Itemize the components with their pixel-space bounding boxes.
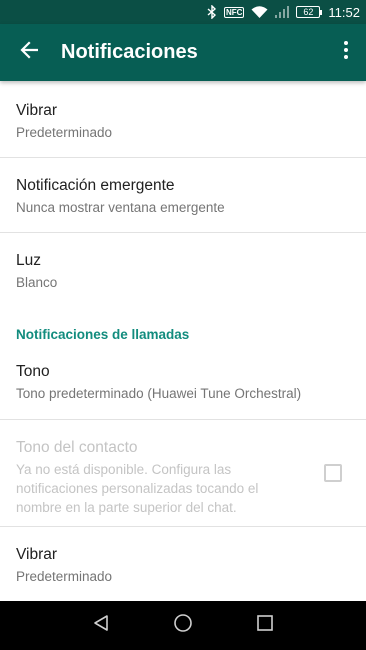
app-bar: Notificaciones [0, 24, 366, 81]
pref-title: Notificación emergente [16, 177, 175, 194]
settings-list: Vibrar Predeterminado Notificación emerg… [0, 81, 366, 601]
pref-tone[interactable]: Tono Tono predeterminado (Huawei Tune Or… [0, 362, 366, 403]
divider [0, 526, 366, 527]
pref-summary: Ya no está disponible. Configura las not… [16, 462, 259, 515]
status-bar: NFC 62 11:52 [0, 0, 366, 24]
wifi-icon [251, 5, 268, 19]
section-header-calls: Notificaciones de llamadas [16, 327, 190, 342]
pref-summary: Blanco [16, 275, 58, 290]
nfc-icon: NFC [223, 6, 245, 18]
circle-home-icon [173, 613, 193, 638]
pref-summary: Tono predeterminado (Huawei Tune Orchest… [16, 386, 302, 401]
divider [0, 419, 366, 420]
arrow-left-icon [20, 41, 39, 64]
nav-home-button[interactable] [163, 606, 203, 646]
pref-summary: Predeterminado [16, 125, 113, 140]
nav-back-button[interactable] [81, 606, 121, 646]
divider [0, 157, 366, 158]
pref-vibrate[interactable]: Vibrar Predeterminado [0, 101, 366, 142]
more-options-button[interactable] [326, 24, 366, 81]
pref-summary: Predeterminado [16, 569, 113, 584]
nav-recents-button[interactable] [245, 606, 285, 646]
signal-icon [275, 6, 290, 18]
pref-title: Vibrar [16, 546, 58, 563]
back-button[interactable] [1, 24, 57, 81]
more-vert-icon [344, 41, 348, 64]
pref-popup-notification[interactable]: Notificación emergente Nunca mostrar ven… [0, 176, 366, 217]
pref-summary: Nunca mostrar ventana emergente [16, 200, 225, 215]
contact-tone-checkbox [324, 464, 342, 482]
battery-icon: 62 [296, 6, 323, 18]
pref-title: Luz [16, 252, 41, 269]
bluetooth-icon [207, 5, 217, 19]
pref-call-vibrate[interactable]: Vibrar Predeterminado [0, 545, 366, 586]
pref-contact-tone: Tono del contacto Ya no está disponible.… [0, 438, 366, 517]
pref-light[interactable]: Luz Blanco [0, 251, 366, 292]
square-recents-icon [256, 614, 274, 637]
triangle-back-icon [92, 614, 110, 637]
navigation-bar [0, 601, 366, 650]
clock: 11:52 [328, 4, 360, 20]
page-title: Notificaciones [61, 41, 198, 63]
pref-title: Tono [16, 363, 50, 380]
pref-title: Tono del contacto [16, 439, 138, 456]
divider [0, 232, 366, 233]
pref-title: Vibrar [16, 102, 58, 119]
